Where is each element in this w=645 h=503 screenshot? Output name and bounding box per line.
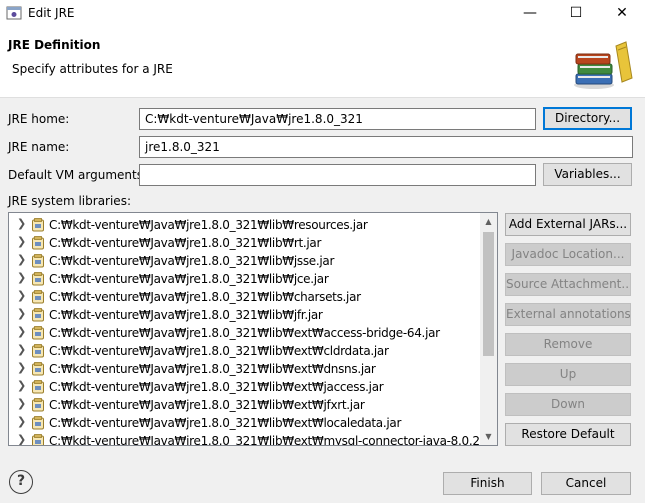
jar-icon xyxy=(32,236,44,250)
eclipse-app-icon xyxy=(6,6,22,20)
add-external-jars-button[interactable]: Add External JARs... xyxy=(505,213,631,236)
library-path: C:₩kdt-venture₩Java₩jre1.8.0_321₩lib₩res… xyxy=(49,218,368,232)
library-path: C:₩kdt-venture₩Java₩jre1.8.0_321₩lib₩ext… xyxy=(49,326,440,340)
cancel-button[interactable]: Cancel xyxy=(541,472,631,495)
library-row[interactable]: ❯ C:₩kdt-venture₩Java₩jre1.8.0_321₩lib₩ex… xyxy=(9,360,481,378)
chevron-right-icon[interactable]: ❯ xyxy=(17,397,26,410)
jar-icon xyxy=(32,416,44,430)
chevron-right-icon[interactable]: ❯ xyxy=(17,379,26,392)
maximize-button[interactable]: ☐ xyxy=(553,0,599,26)
variables-button[interactable]: Variables... xyxy=(543,163,632,186)
chevron-right-icon[interactable]: ❯ xyxy=(17,361,26,374)
library-row[interactable]: ❯ C:₩kdt-venture₩Java₩jre1.8.0_321₩lib₩rt… xyxy=(9,234,481,252)
up-button[interactable]: Up xyxy=(505,363,631,386)
library-row[interactable]: ❯ C:₩kdt-venture₩Java₩jre1.8.0_321₩lib₩jf… xyxy=(9,306,481,324)
jar-icon xyxy=(32,290,44,304)
jre-home-label: JRE home: xyxy=(8,112,70,126)
header-title: JRE Definition xyxy=(8,38,101,52)
libraries-scrollbar[interactable]: ▲ ▼ xyxy=(480,213,497,445)
chevron-right-icon[interactable]: ❯ xyxy=(17,415,26,428)
library-path: C:₩kdt-venture₩Java₩jre1.8.0_321₩lib₩rt.… xyxy=(49,236,322,250)
external-annotations-button[interactable]: External annotations... xyxy=(505,303,631,326)
jar-icon xyxy=(32,218,44,232)
minimize-button[interactable]: — xyxy=(507,0,553,26)
scroll-thumb[interactable] xyxy=(483,232,494,356)
library-row[interactable]: ❯ C:₩kdt-venture₩Java₩jre1.8.0_321₩lib₩ex… xyxy=(9,378,481,396)
scroll-up-arrow[interactable]: ▲ xyxy=(480,213,497,230)
jre-name-label: JRE name: xyxy=(8,140,70,154)
library-row[interactable]: ❯ C:₩kdt-venture₩Java₩jre1.8.0_321₩lib₩ex… xyxy=(9,396,481,414)
chevron-right-icon[interactable]: ❯ xyxy=(17,271,26,284)
library-row[interactable]: ❯ C:₩kdt-venture₩Java₩jre1.8.0_321₩lib₩ex… xyxy=(9,414,481,432)
javadoc-location-button[interactable]: Javadoc Location... xyxy=(505,243,631,266)
jar-icon xyxy=(32,398,44,412)
library-path: C:₩kdt-venture₩Java₩jre1.8.0_321₩lib₩cha… xyxy=(49,290,361,304)
jar-icon xyxy=(32,326,44,340)
remove-button[interactable]: Remove xyxy=(505,333,631,356)
library-row[interactable]: ❯ C:₩kdt-venture₩Java₩jre1.8.0_321₩lib₩ex… xyxy=(9,342,481,360)
vm-args-field[interactable] xyxy=(139,164,536,186)
chevron-right-icon[interactable]: ❯ xyxy=(17,325,26,338)
libraries-tree[interactable]: ❯ C:₩kdt-venture₩Java₩jre1.8.0_321₩lib₩re… xyxy=(8,212,498,446)
library-row[interactable]: ❯ C:₩kdt-venture₩Java₩jre1.8.0_321₩lib₩js… xyxy=(9,252,481,270)
dialog-header: JRE Definition Specify attributes for a … xyxy=(0,26,645,98)
window-title: Edit JRE xyxy=(28,6,75,20)
source-attachment-button[interactable]: Source Attachment... xyxy=(505,273,631,296)
chevron-right-icon[interactable]: ❯ xyxy=(17,307,26,320)
jar-icon xyxy=(32,308,44,322)
library-path: C:₩kdt-venture₩Java₩jre1.8.0_321₩lib₩jce… xyxy=(49,272,329,286)
scroll-down-arrow[interactable]: ▼ xyxy=(480,428,497,445)
books-icon xyxy=(574,41,633,89)
library-row[interactable]: ❯ C:₩kdt-venture₩Java₩jre1.8.0_321₩lib₩jc… xyxy=(9,270,481,288)
chevron-right-icon[interactable]: ❯ xyxy=(17,433,26,445)
header-subtitle: Specify attributes for a JRE xyxy=(12,62,173,76)
jar-icon xyxy=(32,434,44,445)
vm-args-label: Default VM arguments: xyxy=(8,168,148,182)
chevron-right-icon[interactable]: ❯ xyxy=(17,235,26,248)
jar-icon xyxy=(32,380,44,394)
chevron-right-icon[interactable]: ❯ xyxy=(17,253,26,266)
directory-button[interactable]: Directory... xyxy=(543,107,632,130)
libraries-label: JRE system libraries: xyxy=(8,194,131,208)
chevron-right-icon[interactable]: ❯ xyxy=(17,289,26,302)
library-path: C:₩kdt-venture₩Java₩jre1.8.0_321₩lib₩ext… xyxy=(49,344,389,358)
restore-default-button[interactable]: Restore Default xyxy=(505,423,631,446)
jre-home-field[interactable]: C:₩kdt-venture₩Java₩jre1.8.0_321 xyxy=(139,108,536,130)
library-row[interactable]: ❯ C:₩kdt-venture₩Java₩jre1.8.0_321₩lib₩ex… xyxy=(9,432,497,445)
library-path: C:₩kdt-venture₩Java₩jre1.8.0_321₩lib₩jss… xyxy=(49,254,335,268)
library-path: C:₩kdt-venture₩Java₩jre1.8.0_321₩lib₩ext… xyxy=(49,398,365,412)
library-path: C:₩kdt-venture₩Java₩jre1.8.0_321₩lib₩ext… xyxy=(49,416,402,430)
jar-icon xyxy=(32,254,44,268)
down-button[interactable]: Down xyxy=(505,393,631,416)
jar-icon xyxy=(32,272,44,286)
jar-icon xyxy=(32,344,44,358)
library-path: C:₩kdt-venture₩Java₩jre1.8.0_321₩lib₩ext… xyxy=(49,362,376,376)
jar-icon xyxy=(32,362,44,376)
close-button[interactable]: ✕ xyxy=(599,0,645,26)
library-path: C:₩kdt-venture₩Java₩jre1.8.0_321₩lib₩ext… xyxy=(49,434,498,446)
library-row[interactable]: ❯ C:₩kdt-venture₩Java₩jre1.8.0_321₩lib₩ch… xyxy=(9,288,481,306)
library-path: C:₩kdt-venture₩Java₩jre1.8.0_321₩lib₩ext… xyxy=(49,380,384,394)
library-path: C:₩kdt-venture₩Java₩jre1.8.0_321₩lib₩jfr… xyxy=(49,308,323,322)
chevron-right-icon[interactable]: ❯ xyxy=(17,217,26,230)
finish-button[interactable]: Finish xyxy=(443,472,532,495)
chevron-right-icon[interactable]: ❯ xyxy=(17,343,26,356)
jre-name-field[interactable]: jre1.8.0_321 xyxy=(139,136,633,158)
library-row[interactable]: ❯ C:₩kdt-venture₩Java₩jre1.8.0_321₩lib₩ex… xyxy=(9,324,481,342)
title-bar: Edit JRE — ☐ ✕ xyxy=(0,0,645,26)
help-icon[interactable]: ? xyxy=(9,470,33,494)
library-row[interactable]: ❯ C:₩kdt-venture₩Java₩jre1.8.0_321₩lib₩re… xyxy=(9,216,481,234)
